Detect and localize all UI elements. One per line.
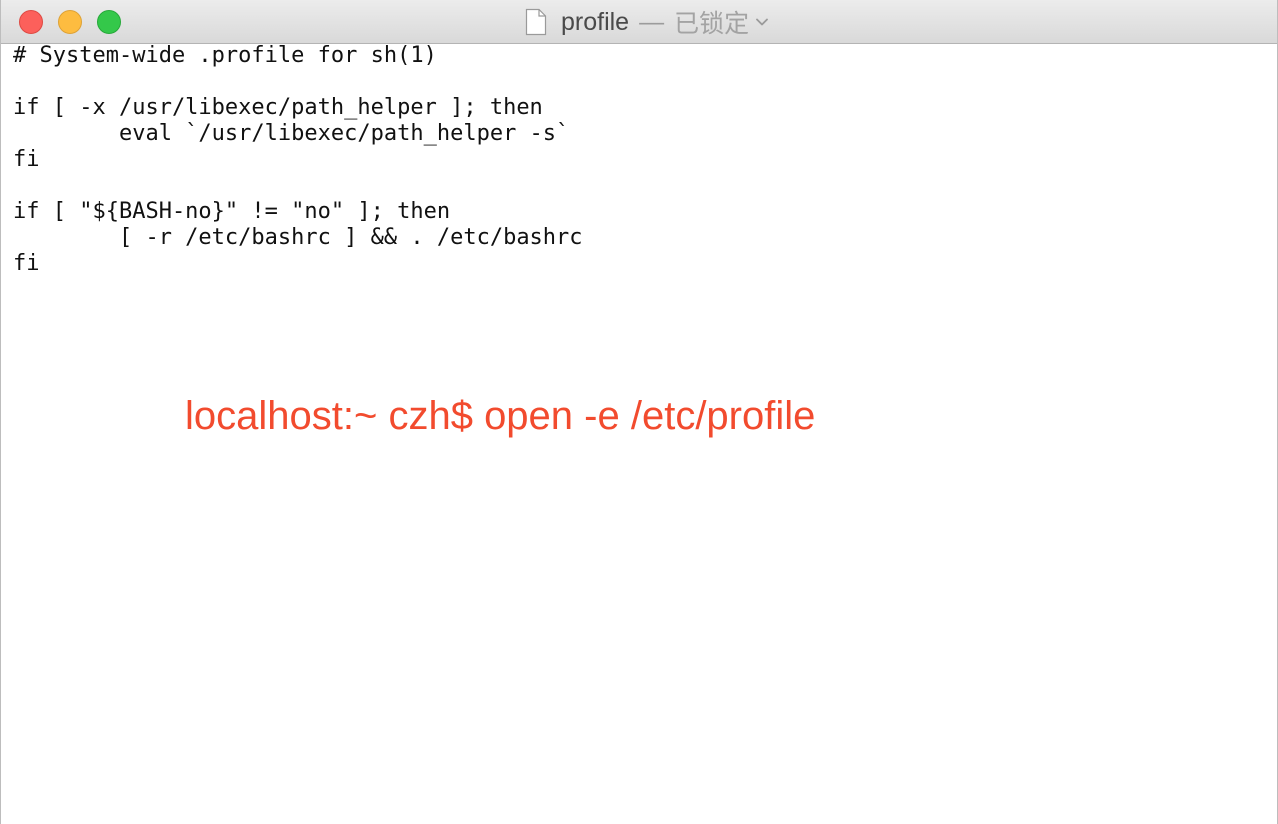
close-button[interactable] xyxy=(19,10,43,34)
code-line: fi xyxy=(13,147,40,172)
code-line: if [ -x /usr/libexec/path_helper ]; then xyxy=(13,95,543,120)
code-line: fi xyxy=(13,251,40,276)
code-line: eval `/usr/libexec/path_helper -s` xyxy=(13,121,570,146)
document-name: profile xyxy=(561,7,630,36)
text-editor[interactable]: # System-wide .profile for sh(1) if [ -x… xyxy=(13,43,1263,277)
command-annotation: localhost:~ czh$ open -e /etc/profile xyxy=(185,394,816,438)
code-line: if [ "${BASH-no}" != "no" ]; then xyxy=(13,199,451,224)
minimize-button[interactable] xyxy=(58,10,82,34)
lock-status: 已锁定 xyxy=(674,10,750,38)
window-title[interactable]: profile — 已锁定 xyxy=(525,6,769,38)
textedit-window: profile — 已锁定 # System-wide .profile for… xyxy=(0,0,1278,824)
title-separator: — xyxy=(639,7,665,36)
document-icon xyxy=(525,8,547,36)
zoom-button[interactable] xyxy=(97,10,121,34)
chevron-down-icon[interactable] xyxy=(755,17,769,27)
code-line: [ -r /etc/bashrc ] && . /etc/bashrc xyxy=(13,225,583,250)
code-line: # System-wide .profile for sh(1) xyxy=(13,43,437,68)
title-bar[interactable]: profile — 已锁定 xyxy=(1,0,1277,44)
